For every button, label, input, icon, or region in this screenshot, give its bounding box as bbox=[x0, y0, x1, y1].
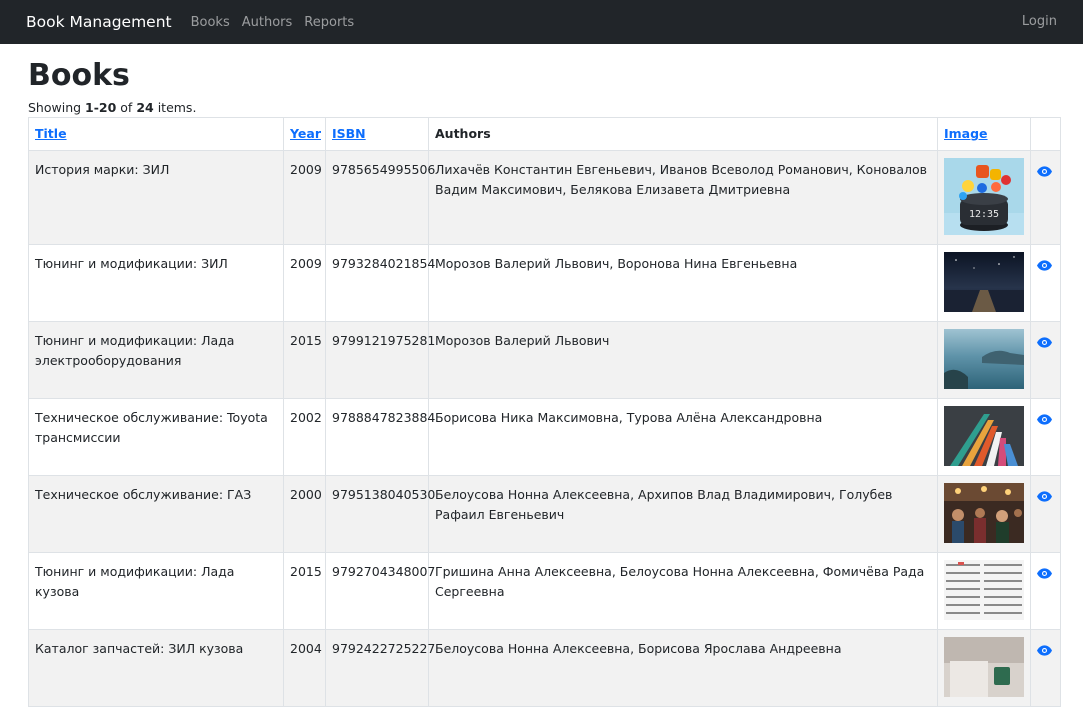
view-eye-icon[interactable] bbox=[1037, 565, 1052, 585]
brand-link[interactable]: Book Management bbox=[26, 13, 172, 31]
cell-image: 12:35 bbox=[937, 150, 1031, 245]
cell-title: Тюнинг и модификации: ЗИЛ bbox=[28, 244, 284, 322]
cell-image bbox=[937, 321, 1031, 399]
cell-authors: Морозов Валерий Львович, Воронова Нина Е… bbox=[428, 244, 938, 322]
top-navbar: Book Management Books Authors Reports Lo… bbox=[0, 0, 1083, 44]
column-header-authors: Authors bbox=[428, 117, 938, 151]
pagination-summary: Showing 1-20 of 24 items. bbox=[28, 100, 1059, 115]
sort-by-isbn-link[interactable]: ISBN bbox=[332, 126, 366, 141]
cell-isbn: 9785654995506 bbox=[325, 150, 435, 245]
page-title: Books bbox=[28, 58, 130, 93]
cell-title: Каталог запчастей: ЗИЛ кузова bbox=[28, 629, 284, 707]
table-row: История марки: ЗИЛ 2009 9785654995506 Ли… bbox=[28, 150, 1061, 245]
cell-image bbox=[937, 552, 1031, 630]
column-header-actions bbox=[1030, 117, 1061, 151]
cell-isbn: 9793284021854 bbox=[325, 244, 435, 322]
nav-link-reports[interactable]: Reports bbox=[304, 15, 354, 30]
summary-range: 1-20 bbox=[85, 100, 117, 115]
cell-year: 2009 bbox=[283, 150, 326, 245]
sort-by-year-link[interactable]: Year bbox=[290, 126, 321, 141]
cell-authors: Гришина Анна Алексеевна, Белоусова Нонна… bbox=[428, 552, 938, 630]
cell-actions bbox=[1030, 398, 1061, 476]
cell-actions bbox=[1030, 244, 1061, 322]
cell-isbn: 9792422725227 bbox=[325, 629, 435, 707]
book-cover-thumbnail bbox=[944, 252, 1024, 312]
cell-actions bbox=[1030, 475, 1061, 553]
book-cover-thumbnail bbox=[944, 560, 1024, 620]
sort-by-title-link[interactable]: Title bbox=[35, 126, 67, 141]
cell-image bbox=[937, 244, 1031, 322]
table-row: Техническое обслуживание: Toyota трансми… bbox=[28, 398, 1061, 476]
column-header-title: Title bbox=[28, 117, 284, 151]
cell-year: 2000 bbox=[283, 475, 326, 553]
cell-authors: Белоусова Нонна Алексеевна, Архипов Влад… bbox=[428, 475, 938, 553]
table-row: Тюнинг и модификации: ЗИЛ 2009 979328402… bbox=[28, 244, 1061, 322]
cell-title: История марки: ЗИЛ bbox=[28, 150, 284, 245]
cell-actions bbox=[1030, 552, 1061, 630]
column-header-year: Year bbox=[283, 117, 326, 151]
view-eye-icon[interactable] bbox=[1037, 642, 1052, 662]
cell-isbn: 9788847823884 bbox=[325, 398, 435, 476]
view-eye-icon[interactable] bbox=[1037, 257, 1052, 277]
cell-year: 2015 bbox=[283, 321, 326, 399]
table-row: Техническое обслуживание: ГАЗ 2000 97951… bbox=[28, 475, 1061, 553]
cell-actions bbox=[1030, 321, 1061, 399]
cell-image bbox=[937, 629, 1031, 707]
cell-actions bbox=[1030, 150, 1061, 245]
cell-image bbox=[937, 398, 1031, 476]
column-header-image: Image bbox=[937, 117, 1031, 151]
book-cover-thumbnail bbox=[944, 406, 1024, 466]
book-cover-thumbnail bbox=[944, 329, 1024, 389]
main-container: Books Showing 1-20 of 24 items. Title Ye… bbox=[0, 59, 1083, 707]
table-row: Тюнинг и модификации: Лада кузова 2015 9… bbox=[28, 552, 1061, 630]
cell-isbn: 9795138040530 bbox=[325, 475, 435, 553]
summary-of: of bbox=[116, 100, 137, 115]
cell-year: 2004 bbox=[283, 629, 326, 707]
book-cover-thumbnail bbox=[944, 637, 1024, 697]
view-eye-icon[interactable] bbox=[1037, 488, 1052, 508]
cell-actions bbox=[1030, 629, 1061, 707]
view-eye-icon[interactable] bbox=[1037, 163, 1052, 183]
cell-title: Тюнинг и модификации: Лада кузова bbox=[28, 552, 284, 630]
sort-by-image-link[interactable]: Image bbox=[944, 126, 988, 141]
cell-image bbox=[937, 475, 1031, 553]
books-table: Title Year ISBN Authors Image История ма… bbox=[28, 117, 1061, 707]
view-eye-icon[interactable] bbox=[1037, 334, 1052, 354]
table-row: Каталог запчастей: ЗИЛ кузова 2004 97924… bbox=[28, 629, 1061, 707]
summary-prefix: Showing bbox=[28, 100, 86, 115]
book-cover-thumbnail: 12:35 bbox=[944, 158, 1024, 235]
view-eye-icon[interactable] bbox=[1037, 411, 1052, 431]
cell-year: 2009 bbox=[283, 244, 326, 322]
cell-year: 2015 bbox=[283, 552, 326, 630]
cell-authors: Белоусова Нонна Алексеевна, Борисова Яро… bbox=[428, 629, 938, 707]
book-cover-thumbnail bbox=[944, 483, 1024, 543]
svg-text:12:35: 12:35 bbox=[969, 209, 999, 220]
cell-title: Тюнинг и модификации: Лада электрооборуд… bbox=[28, 321, 284, 399]
cell-year: 2002 bbox=[283, 398, 326, 476]
table-row: Тюнинг и модификации: Лада электрооборуд… bbox=[28, 321, 1061, 399]
cell-isbn: 9799121975281 bbox=[325, 321, 435, 399]
cell-title: Техническое обслуживание: Toyota трансми… bbox=[28, 398, 284, 476]
summary-suffix: items. bbox=[153, 100, 197, 115]
cell-authors: Борисова Ника Максимовна, Турова Алёна А… bbox=[428, 398, 938, 476]
cell-authors: Морозов Валерий Львович bbox=[428, 321, 938, 399]
books-table-body: История марки: ЗИЛ 2009 9785654995506 Ли… bbox=[28, 150, 1061, 707]
nav-link-authors[interactable]: Authors bbox=[242, 15, 293, 30]
summary-total: 24 bbox=[136, 100, 154, 115]
table-header-row: Title Year ISBN Authors Image bbox=[28, 117, 1061, 151]
nav-link-books[interactable]: Books bbox=[191, 15, 230, 30]
cell-title: Техническое обслуживание: ГАЗ bbox=[28, 475, 284, 553]
cell-isbn: 9792704348007 bbox=[325, 552, 435, 630]
login-link[interactable]: Login bbox=[1022, 14, 1057, 29]
column-header-isbn: ISBN bbox=[325, 117, 429, 151]
cell-authors: Лихачёв Константин Евгеньевич, Иванов Вс… bbox=[428, 150, 938, 245]
